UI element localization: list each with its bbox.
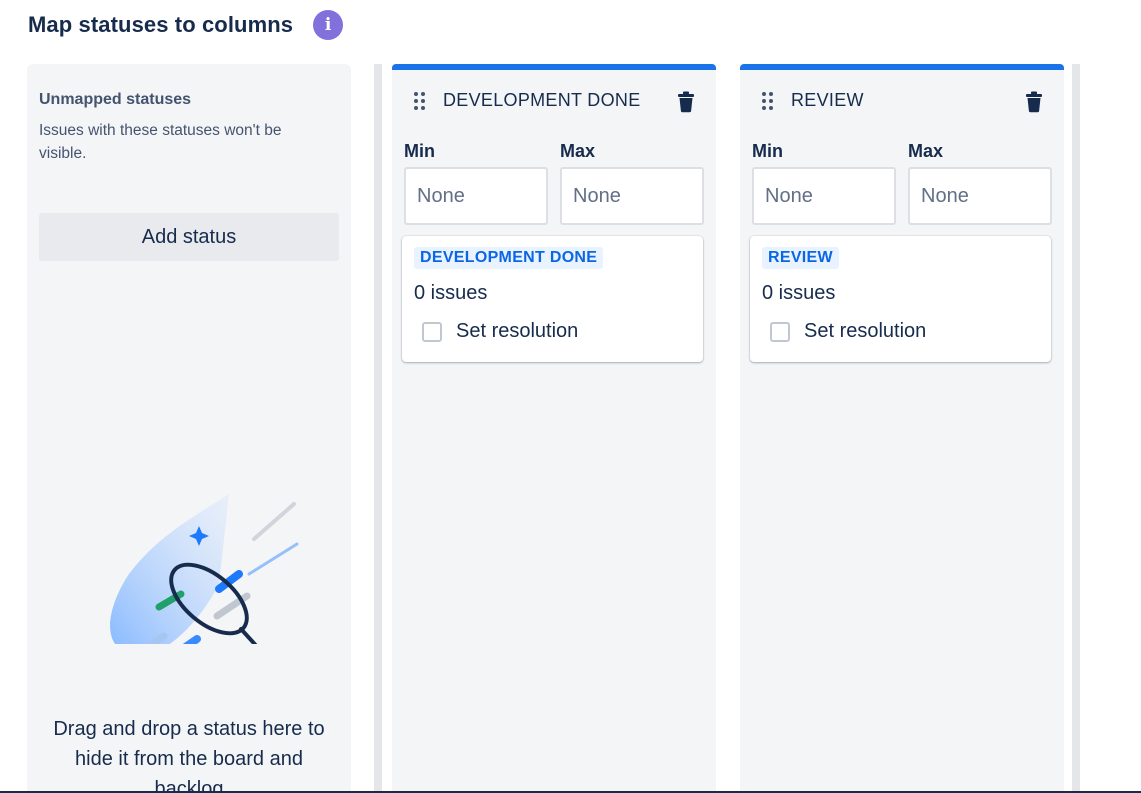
min-input[interactable]	[752, 167, 896, 225]
column-development-done[interactable]: DEVELOPMENT DONE Min Max DEVELOPMENT DON…	[392, 64, 716, 793]
min-input[interactable]	[404, 167, 548, 225]
column-name[interactable]: REVIEW	[791, 90, 864, 111]
column-review[interactable]: REVIEW Min Max REVIEW 0 issues Set resol…	[740, 64, 1064, 793]
set-resolution-checkbox[interactable]	[422, 321, 442, 342]
max-input[interactable]	[560, 167, 704, 225]
status-card[interactable]: REVIEW 0 issues Set resolution	[750, 236, 1051, 362]
drop-hint: Drag and drop a status here to hide it f…	[53, 718, 325, 793]
info-icon[interactable]: i	[313, 10, 344, 40]
column-header: REVIEW	[740, 86, 1064, 116]
issue-count: 0 issues	[762, 282, 836, 304]
status-lozenge: REVIEW	[762, 247, 839, 269]
max-label: Max	[560, 141, 596, 161]
trash-icon[interactable]	[1024, 91, 1044, 113]
page-title: Map statuses to columns	[28, 12, 294, 37]
column-name[interactable]: DEVELOPMENT DONE	[443, 90, 641, 111]
add-status-button[interactable]: Add status	[39, 213, 339, 261]
page-header: Map statuses to columns i	[28, 8, 344, 42]
status-lozenge: DEVELOPMENT DONE	[414, 247, 604, 269]
min-label: Min	[752, 141, 783, 161]
min-label: Min	[404, 141, 435, 161]
set-resolution-checkbox[interactable]	[770, 321, 790, 342]
issue-count: 0 issues	[414, 282, 488, 304]
trash-icon[interactable]	[676, 91, 696, 113]
set-resolution-toggle[interactable]: Set resolution	[770, 320, 926, 343]
drag-handle-icon[interactable]	[762, 92, 776, 110]
set-resolution-toggle[interactable]: Set resolution	[422, 320, 578, 343]
net-catching-illustration	[110, 494, 299, 644]
unmapped-title: Unmapped statuses	[39, 91, 192, 108]
max-input[interactable]	[908, 167, 1052, 225]
unmapped-description: Issues with these statuses won't be visi…	[39, 122, 282, 162]
drag-handle-icon[interactable]	[414, 92, 428, 110]
unmapped-statuses-panel: Unmapped statuses Issues with these stat…	[27, 64, 351, 793]
columns-scroll-edge-right	[1072, 64, 1080, 793]
status-card[interactable]: DEVELOPMENT DONE 0 issues Set resolution	[402, 236, 703, 362]
max-label: Max	[908, 141, 944, 161]
set-resolution-label: Set resolution	[456, 320, 579, 342]
column-header: DEVELOPMENT DONE	[392, 86, 716, 116]
columns-scroll-edge-left	[374, 64, 382, 793]
set-resolution-label: Set resolution	[804, 320, 927, 342]
